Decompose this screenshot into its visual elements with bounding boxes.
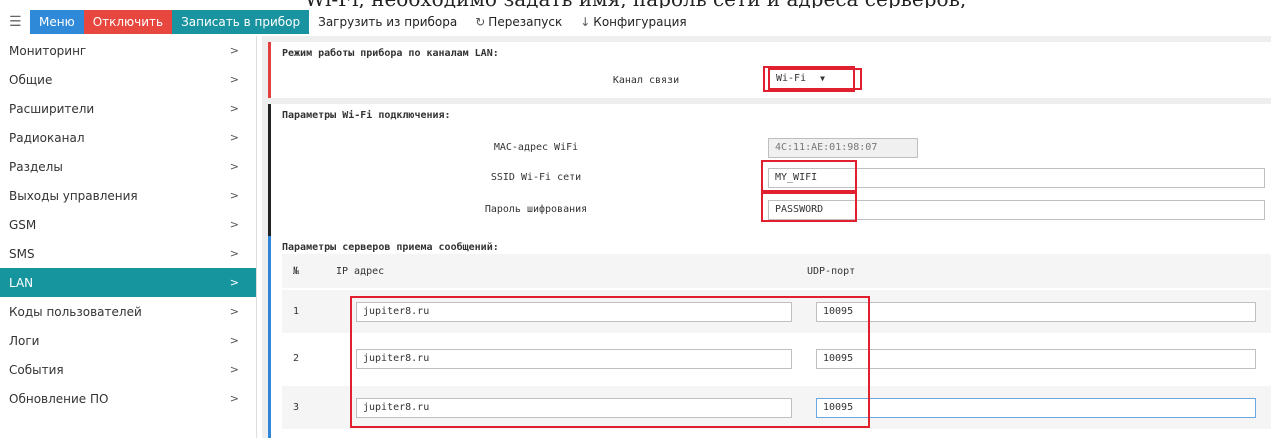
chevron-right-icon: > bbox=[229, 160, 239, 173]
sidebar-item-label: События bbox=[9, 362, 64, 377]
chevron-right-icon: > bbox=[229, 131, 239, 144]
sidebar-item-general[interactable]: Общие > bbox=[0, 65, 256, 94]
ip-field[interactable]: jupiter8.ru bbox=[356, 398, 792, 418]
sidebar-item-label: Коды пользователей bbox=[9, 304, 142, 319]
hamburger-icon[interactable]: ☰ bbox=[0, 10, 30, 34]
sidebar-item-label: Мониторинг bbox=[9, 43, 87, 58]
chevron-right-icon: > bbox=[229, 218, 239, 231]
ssid-label: SSID Wi-Fi сети bbox=[490, 172, 582, 183]
restart-label: Перезапуск bbox=[488, 15, 563, 29]
dropdown-caret-icon: ▼ bbox=[820, 74, 825, 83]
sidebar-item-sms[interactable]: SMS > bbox=[0, 239, 256, 268]
channel-label: Канал связи bbox=[612, 75, 680, 86]
sidebar-item-radio[interactable]: Радиоканал > bbox=[0, 123, 256, 152]
chevron-right-icon: > bbox=[229, 334, 239, 347]
mac-label: MAC-адрес WiFi bbox=[493, 142, 579, 153]
password-label: Пароль шифрования bbox=[484, 204, 588, 215]
sidebar-item-gsm[interactable]: GSM > bbox=[0, 210, 256, 239]
sidebar-item-firmware-update[interactable]: Обновление ПО > bbox=[0, 384, 256, 413]
row-number: 2 bbox=[293, 353, 300, 364]
table-row: 2 jupiter8.ru 10095 bbox=[282, 337, 1271, 380]
sidebar-item-user-codes[interactable]: Коды пользователей > bbox=[0, 297, 256, 326]
chevron-right-icon: > bbox=[229, 44, 239, 57]
document-caption: Wi-Fi, необходимо задать имя, пароль сет… bbox=[0, 0, 1271, 8]
channel-select[interactable]: Wi-Fi ▼ bbox=[768, 68, 862, 90]
mac-field: 4C:11:AE:01:98:07 bbox=[768, 138, 918, 158]
chevron-right-icon: > bbox=[229, 189, 239, 202]
servers-table-header: № IP адрес UDP-порт bbox=[282, 254, 1271, 288]
ssid-field[interactable]: MY_WIFI bbox=[768, 168, 1265, 188]
sidebar-item-label: Разделы bbox=[9, 159, 63, 174]
arrow-down-icon: ↓ bbox=[580, 15, 591, 29]
chevron-right-icon: > bbox=[229, 73, 239, 86]
ip-field[interactable]: jupiter8.ru bbox=[356, 349, 792, 369]
table-row: 3 jupiter8.ru 10095 bbox=[282, 386, 1271, 429]
sidebar-item-label: Расширители bbox=[9, 101, 95, 116]
password-field[interactable]: PASSWORD bbox=[768, 200, 1265, 220]
sidebar-item-label: Выходы управления bbox=[9, 188, 138, 203]
sidebar-item-label: LAN bbox=[9, 275, 34, 290]
udp-port-field[interactable]: 10095 bbox=[816, 349, 1256, 369]
chevron-right-icon: > bbox=[229, 247, 239, 260]
lan-mode-title: Режим работы прибора по каналам LAN: bbox=[282, 48, 499, 59]
sidebar-item-partitions[interactable]: Разделы > bbox=[0, 152, 256, 181]
sidebar-item-label: Обновление ПО bbox=[9, 391, 109, 406]
toolbar: ☰ Меню Отключить Записать в прибор Загру… bbox=[0, 10, 1271, 34]
column-number: № bbox=[293, 266, 300, 277]
sidebar-item-events[interactable]: События > bbox=[0, 355, 256, 384]
configuration-label: Конфигурация bbox=[593, 15, 687, 29]
row-number: 1 bbox=[293, 306, 300, 317]
sidebar-item-label: SMS bbox=[9, 246, 35, 261]
channel-select-value: Wi-Fi bbox=[776, 73, 807, 84]
sidebar: Мониторинг > Общие > Расширители > Радиокан… bbox=[0, 36, 257, 438]
chevron-right-icon: > bbox=[229, 102, 239, 115]
load-from-device-button[interactable]: Загрузить из прибора bbox=[309, 10, 467, 34]
column-udp-port: UDP-порт bbox=[807, 266, 856, 277]
disconnect-button[interactable]: Отключить bbox=[83, 10, 173, 34]
chevron-right-icon: > bbox=[229, 276, 239, 289]
sidebar-item-label: Общие bbox=[9, 72, 53, 87]
sidebar-item-outputs[interactable]: Выходы управления > bbox=[0, 181, 256, 210]
sidebar-item-label: Логи bbox=[9, 333, 40, 348]
sidebar-item-lan[interactable]: LAN > bbox=[0, 268, 256, 297]
main-content: Режим работы прибора по каналам LAN: Кан… bbox=[262, 36, 1271, 438]
ip-field[interactable]: jupiter8.ru bbox=[356, 302, 792, 322]
chevron-right-icon: > bbox=[229, 305, 239, 318]
sidebar-item-monitoring[interactable]: Мониторинг > bbox=[0, 36, 256, 65]
chevron-right-icon: > bbox=[229, 363, 239, 376]
wifi-params-panel: Параметры Wi-Fi подключения: MAC-адрес W… bbox=[268, 104, 1271, 236]
servers-panel: Параметры серверов приема сообщений: № I… bbox=[268, 236, 1271, 438]
write-to-device-button[interactable]: Записать в прибор bbox=[172, 10, 310, 34]
refresh-icon: ↻ bbox=[475, 15, 486, 29]
udp-port-field[interactable]: 10095 bbox=[816, 398, 1256, 418]
udp-port-field[interactable]: 10095 bbox=[816, 302, 1256, 322]
configuration-button[interactable]: ↓ Конфигурация bbox=[571, 10, 696, 34]
lan-mode-panel: Режим работы прибора по каналам LAN: Кан… bbox=[268, 42, 1271, 98]
chevron-right-icon: > bbox=[229, 392, 239, 405]
wifi-params-title: Параметры Wi-Fi подключения: bbox=[282, 110, 451, 121]
sidebar-item-expanders[interactable]: Расширители > bbox=[0, 94, 256, 123]
sidebar-item-label: GSM bbox=[9, 217, 37, 232]
restart-button[interactable]: ↻ Перезапуск bbox=[466, 10, 572, 34]
servers-title: Параметры серверов приема сообщений: bbox=[282, 242, 499, 253]
sidebar-item-label: Радиоканал bbox=[9, 130, 85, 145]
menu-button[interactable]: Меню bbox=[30, 10, 84, 34]
sidebar-item-logs[interactable]: Логи > bbox=[0, 326, 256, 355]
column-ip: IP адрес bbox=[336, 266, 385, 277]
row-number: 3 bbox=[293, 402, 300, 413]
table-row: 1 jupiter8.ru 10095 bbox=[282, 290, 1271, 333]
